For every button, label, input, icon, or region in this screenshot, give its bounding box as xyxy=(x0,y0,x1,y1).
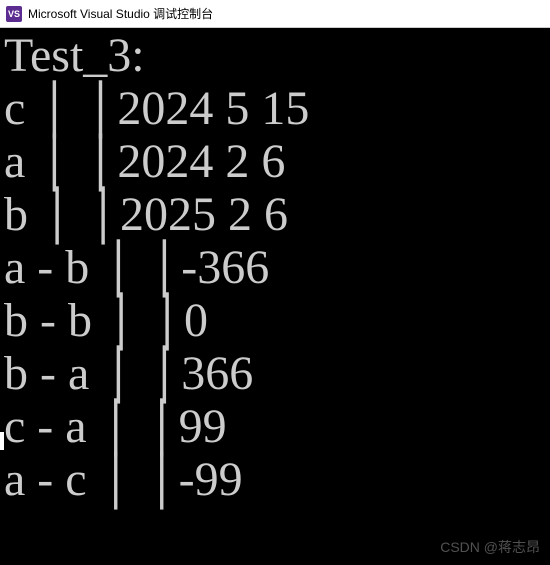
cursor-indicator xyxy=(0,432,4,450)
app-icon-label: VS xyxy=(8,9,20,19)
window-title: Microsoft Visual Studio 调试控制台 xyxy=(28,5,213,22)
watermark: CSDN @蒋志昂 xyxy=(440,537,540,557)
console-line: b - a │ │366 xyxy=(4,348,550,401)
console-line: Test_3: xyxy=(4,30,550,83)
console-line: a - b │ │-366 xyxy=(4,242,550,295)
app-icon: VS xyxy=(6,6,22,22)
console-line: a - c │ │-99 xyxy=(4,454,550,507)
console-line: a │ │2024 2 6 xyxy=(4,136,550,189)
console-output[interactable]: Test_3: c │ │2024 5 15 a │ │2024 2 6 b │… xyxy=(0,28,550,507)
console-line: b │ │2025 2 6 xyxy=(4,189,550,242)
console-line: c - a │ │99 xyxy=(4,401,550,454)
console-line: c │ │2024 5 15 xyxy=(4,83,550,136)
window-titlebar: VS Microsoft Visual Studio 调试控制台 xyxy=(0,0,550,28)
console-line: b - b │ │0 xyxy=(4,295,550,348)
